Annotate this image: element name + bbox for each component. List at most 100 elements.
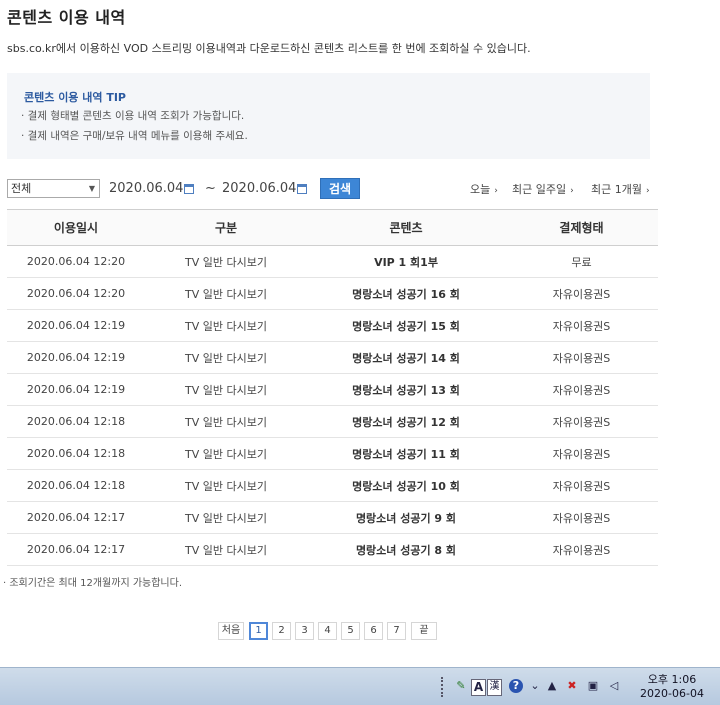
quick-label: 최근 1개월 <box>591 183 642 196</box>
usage-datetime-cell: 2020.06.04 12:19 <box>7 373 145 406</box>
table-row: 2020.06.04 12:17 TV 일반 다시보기 명랑소녀 성공기 8 회 자유… <box>7 533 658 566</box>
tip-line: · 결제 내역은 구매/보유 내역 메뉴를 이용해 주세요. <box>21 130 248 142</box>
payment-type-cell: 자유이용권S <box>505 277 658 310</box>
payment-type-cell: 무료 <box>505 245 658 278</box>
quick-week-link[interactable]: 최근 일주일 › <box>512 181 574 197</box>
taskbar-grip <box>441 677 447 697</box>
usage-datetime-cell: 2020.06.04 12:18 <box>7 405 145 438</box>
end-date[interactable]: 2020.06.04 <box>222 181 296 196</box>
volume-icon[interactable]: ◁ <box>607 679 621 693</box>
content-title-cell[interactable]: VIP 1 회1부 <box>307 245 505 278</box>
category-cell: TV 일반 다시보기 <box>145 469 307 502</box>
payment-type-cell: 자유이용권S <box>505 533 658 566</box>
category-cell: TV 일반 다시보기 <box>145 309 307 342</box>
page-number-button[interactable]: 3 <box>295 622 314 640</box>
category-cell: TV 일반 다시보기 <box>145 437 307 470</box>
column-header: 이용일시 <box>7 209 145 246</box>
clock-date: 2020-06-04 <box>640 687 704 700</box>
clock[interactable]: 오후 1:06 2020-06-04 <box>632 673 712 701</box>
usage-datetime-cell: 2020.06.04 12:18 <box>7 469 145 502</box>
content-title-cell[interactable]: 명랑소녀 성공기 16 회 <box>307 277 505 310</box>
category-cell: TV 일반 다시보기 <box>145 533 307 566</box>
payment-type-cell: 자유이용권S <box>505 437 658 470</box>
content-title-cell[interactable]: 명랑소녀 성공기 12 회 <box>307 405 505 438</box>
quick-month-link[interactable]: 최근 1개월 › <box>591 181 650 197</box>
column-header: 구분 <box>145 209 307 246</box>
period-note: · 조회기간은 최대 12개월까지 가능합니다. <box>3 578 182 589</box>
page-number-button[interactable]: 6 <box>364 622 383 640</box>
content-title-cell[interactable]: 명랑소녀 성공기 9 회 <box>307 501 505 534</box>
start-date[interactable]: 2020.06.04 <box>109 181 183 196</box>
content-title-cell[interactable]: 명랑소녀 성공기 13 회 <box>307 373 505 406</box>
taskbar: ✎ A 漢 ? ⌄ ▲ ✖ ▣ ◁ 오후 1:06 2020-06-04 <box>0 667 720 705</box>
payment-type-cell: 자유이용권S <box>505 341 658 374</box>
usage-datetime-cell: 2020.06.04 12:17 <box>7 533 145 566</box>
table-row: 2020.06.04 12:19 TV 일반 다시보기 명랑소녀 성공기 14 회자… <box>7 341 658 374</box>
page-number-button[interactable]: 4 <box>318 622 337 640</box>
category-cell: TV 일반 다시보기 <box>145 501 307 534</box>
content-title-cell[interactable]: 명랑소녀 성공기 11 회 <box>307 437 505 470</box>
tip-title: 콘텐츠 이용 내역 TIP <box>24 91 126 104</box>
type-filter-select[interactable]: 전체 ▼ <box>7 179 100 198</box>
usage-datetime-cell: 2020.06.04 12:19 <box>7 309 145 342</box>
tip-line: · 결제 형태별 콘텐츠 이용 내역 조회가 가능합니다. <box>21 110 245 122</box>
category-cell: TV 일반 다시보기 <box>145 245 307 278</box>
category-cell: TV 일반 다시보기 <box>145 373 307 406</box>
table-row: 2020.06.04 12:17 TV 일반 다시보기 명랑소녀 성공기 9 회 자유… <box>7 501 658 534</box>
table-row: 2020.06.04 12:20 TV 일반 다시보기 VIP 1 회1부 무료 <box>7 245 658 278</box>
network-icon[interactable]: ▣ <box>586 679 600 693</box>
show-hidden-icons-icon[interactable]: ▲ <box>545 679 559 693</box>
usage-datetime-cell: 2020.06.04 12:20 <box>7 245 145 278</box>
page-number-button[interactable]: 1 <box>249 622 268 640</box>
quick-today-link[interactable]: 오늘 › <box>470 181 498 197</box>
table-row: 2020.06.04 12:18 TV 일반 다시보기 명랑소녀 성공기 12 회자… <box>7 405 658 438</box>
calendar-icon[interactable] <box>297 184 307 194</box>
type-filter-value: 전체 <box>11 182 32 195</box>
payment-type-cell: 자유이용권S <box>505 405 658 438</box>
page-first-button[interactable]: 처음 <box>218 622 244 640</box>
ime-mode-icon[interactable]: A <box>471 679 486 696</box>
content-title-cell[interactable]: 명랑소녀 성공기 15 회 <box>307 309 505 342</box>
usage-datetime-cell: 2020.06.04 12:18 <box>7 437 145 470</box>
ime-options-icon[interactable]: ⌄ <box>528 679 542 693</box>
payment-type-cell: 자유이용권S <box>505 373 658 406</box>
date-separator: ~ <box>205 181 216 196</box>
chevron-right-icon: › <box>494 186 498 196</box>
page-last-button[interactable]: 끝 <box>411 622 437 640</box>
quick-label: 오늘 <box>470 183 491 196</box>
network-error-icon[interactable]: ✖ <box>565 679 579 693</box>
page-number-button[interactable]: 7 <box>387 622 406 640</box>
content-title-cell[interactable]: 명랑소녀 성공기 8 회 <box>307 533 505 566</box>
tip-box: 콘텐츠 이용 내역 TIP · 결제 형태별 콘텐츠 이용 내역 조회가 가능합… <box>7 73 650 159</box>
calendar-icon[interactable] <box>184 184 194 194</box>
chevron-down-icon: ▼ <box>88 184 95 193</box>
hanja-icon[interactable]: 漢 <box>487 679 502 696</box>
table-row: 2020.06.04 12:19 TV 일반 다시보기 명랑소녀 성공기 15 회자… <box>7 309 658 342</box>
payment-type-cell: 자유이용권S <box>505 501 658 534</box>
chevron-right-icon: › <box>645 186 650 196</box>
chevron-right-icon: › <box>570 186 574 196</box>
clock-time: 오후 1:06 <box>647 673 697 686</box>
table-header-row: 이용일시 구분 콘텐츠 결제형태 <box>7 209 658 246</box>
help-icon[interactable]: ? <box>509 679 523 693</box>
table-row: 2020.06.04 12:18 TV 일반 다시보기 명랑소녀 성공기 10 회자… <box>7 469 658 502</box>
usage-datetime-cell: 2020.06.04 12:17 <box>7 501 145 534</box>
table-row: 2020.06.04 12:20 TV 일반 다시보기 명랑소녀 성공기 16 회자… <box>7 277 658 310</box>
category-cell: TV 일반 다시보기 <box>145 341 307 374</box>
ime-icon[interactable]: ✎ <box>454 679 468 693</box>
table-row: 2020.06.04 12:19 TV 일반 다시보기 명랑소녀 성공기 13 회자… <box>7 373 658 406</box>
column-header: 콘텐츠 <box>307 209 505 246</box>
usage-datetime-cell: 2020.06.04 12:19 <box>7 341 145 374</box>
search-button[interactable]: 검색 <box>320 178 360 199</box>
content-title-cell[interactable]: 명랑소녀 성공기 10 회 <box>307 469 505 502</box>
quick-label: 최근 일주일 <box>512 183 567 196</box>
usage-datetime-cell: 2020.06.04 12:20 <box>7 277 145 310</box>
table-row: 2020.06.04 12:18 TV 일반 다시보기 명랑소녀 성공기 11 회자… <box>7 437 658 470</box>
page-description: sbs.co.kr에서 이용하신 VOD 스트리밍 이용내역과 다운로드하신 콘… <box>7 42 531 55</box>
payment-type-cell: 자유이용권S <box>505 309 658 342</box>
page-number-button[interactable]: 2 <box>272 622 291 640</box>
content-title-cell[interactable]: 명랑소녀 성공기 14 회 <box>307 341 505 374</box>
page-number-button[interactable]: 5 <box>341 622 360 640</box>
page-title: 콘텐츠 이용 내역 <box>7 8 126 27</box>
column-header: 결제형태 <box>505 209 658 246</box>
